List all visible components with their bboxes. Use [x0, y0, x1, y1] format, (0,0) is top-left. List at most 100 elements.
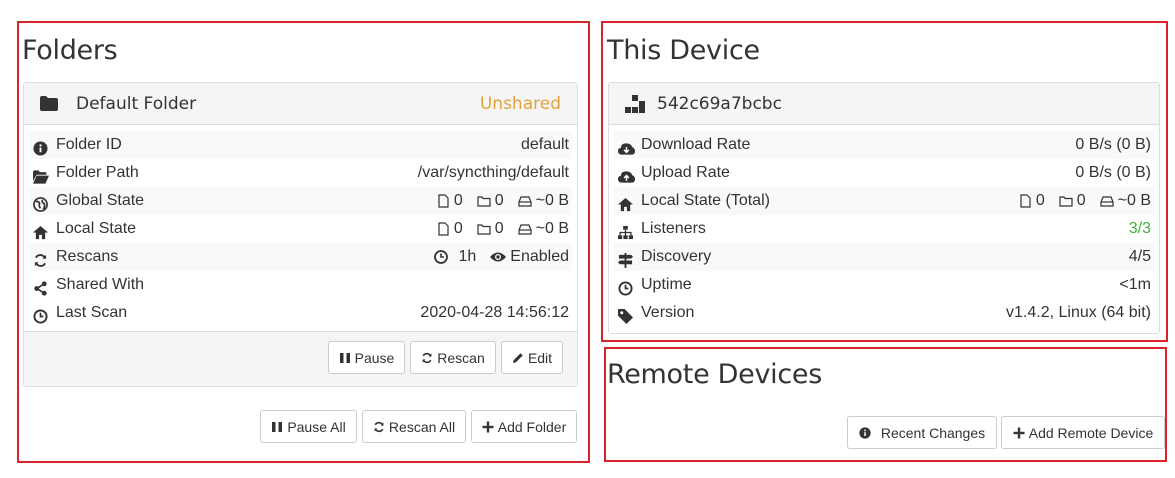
info-icon — [33, 138, 48, 156]
info-icon — [859, 426, 871, 439]
this-device-section: This Device 542c69a7bcbc Download Rate 0… — [601, 21, 1168, 342]
folder-id-row: Folder ID default — [29, 131, 572, 159]
rescan-all-label: Rescan All — [388, 418, 456, 435]
folder-id-value: default — [520, 136, 569, 153]
refresh-icon — [422, 352, 432, 363]
folder-status: Unshared — [479, 94, 561, 114]
folders-title: Folders — [22, 35, 118, 66]
signpost-icon — [618, 250, 633, 268]
shared-with-label: Shared With — [56, 276, 145, 293]
this-device-title: This Device — [607, 35, 760, 66]
global-dirs-count: 0 — [494, 192, 504, 209]
uptime-row: Uptime <1m — [614, 271, 1154, 299]
pause-icon — [272, 421, 283, 432]
local-state-total-value: 0 0 ~0 B — [1018, 187, 1151, 215]
file-icon — [1020, 194, 1031, 208]
add-remote-device-button[interactable]: Add Remote Device — [1001, 416, 1165, 449]
refresh-icon — [374, 421, 384, 432]
watch-status: Enabled — [510, 248, 569, 265]
uptime-label: Uptime — [641, 276, 692, 293]
home-icon — [618, 194, 633, 212]
home-icon — [33, 222, 48, 240]
rescan-button[interactable]: Rescan — [410, 341, 496, 374]
global-state-label: Global State — [56, 192, 145, 209]
pause-icon — [339, 352, 350, 363]
folder-name: Default Folder — [76, 94, 197, 114]
cloud-download-icon — [618, 138, 635, 155]
listeners-label: Listeners — [641, 220, 706, 237]
edit-button-label: Edit — [527, 349, 553, 366]
discovery-label: Discovery — [641, 248, 712, 265]
local-state-row: Local State 0 0 ~0 B — [29, 215, 572, 243]
cloud-upload-icon — [618, 166, 635, 183]
listeners-row: Listeners 3/3 — [614, 215, 1154, 243]
folder-details: Folder ID default Folder Path /var/synct… — [29, 131, 572, 327]
folder-path-row: Folder Path /var/syncthing/default — [29, 159, 572, 187]
recent-changes-label: Recent Changes — [880, 424, 986, 441]
local-dirs-count: 0 — [494, 220, 504, 237]
device-panel: 542c69a7bcbc Download Rate 0 B/s (0 B) U… — [608, 82, 1160, 334]
global-files-count: 0 — [453, 192, 463, 209]
folder-panel: Default Folder Unshared Folder ID defaul… — [23, 82, 578, 387]
rescan-all-button[interactable]: Rescan All — [362, 410, 466, 443]
device-dirs-count: 0 — [1076, 192, 1086, 209]
upload-rate-row: Upload Rate 0 B/s (0 B) — [614, 159, 1154, 187]
add-folder-button[interactable]: Add Folder — [471, 410, 577, 443]
file-icon — [438, 194, 449, 208]
pause-all-button[interactable]: Pause All — [260, 410, 357, 443]
hdd-icon — [518, 196, 532, 207]
recent-changes-button[interactable]: Recent Changes — [847, 416, 997, 449]
folder-icon — [40, 96, 58, 111]
clock-icon — [33, 306, 48, 324]
download-rate-value: 0 B/s (0 B) — [1075, 136, 1151, 153]
folder-open-icon — [33, 166, 49, 184]
tag-icon — [618, 306, 633, 324]
version-row: Version v1.4.2, Linux (64 bit) — [614, 299, 1154, 327]
rescans-label: Rescans — [56, 248, 119, 265]
sitemap-icon — [618, 222, 633, 240]
local-state-total-row: Local State (Total) 0 0 ~0 B — [614, 187, 1154, 215]
local-state-label: Local State — [56, 220, 137, 237]
file-icon — [438, 222, 449, 236]
device-size: ~0 B — [1117, 192, 1151, 209]
folder-path-label: Folder Path — [56, 164, 139, 181]
pause-button[interactable]: Pause — [328, 341, 405, 374]
global-state-row: Global State 0 0 ~0 B — [29, 187, 572, 215]
last-scan-row: Last Scan 2020-04-28 14:56:12 — [29, 299, 572, 327]
plus-icon — [1013, 427, 1025, 438]
upload-rate-value: 0 B/s (0 B) — [1075, 164, 1151, 181]
rescan-interval: 1h — [458, 248, 477, 265]
folder-panel-footer: Pause Rescan Edit — [24, 331, 577, 386]
rescans-value: 1h Enabled — [434, 243, 569, 271]
folder-panel-header[interactable]: Default Folder Unshared — [24, 83, 577, 125]
remote-devices-section: Remote Devices Recent Changes Add Remote… — [604, 347, 1167, 462]
hdd-icon — [518, 224, 532, 235]
folders-section: Folders Default Folder Unshared Folder I… — [17, 21, 590, 463]
shared-with-row: Shared With — [29, 271, 572, 299]
share-icon — [33, 278, 48, 296]
plus-icon — [482, 421, 494, 432]
device-identicon — [625, 95, 645, 113]
device-panel-header[interactable]: 542c69a7bcbc — [609, 83, 1159, 125]
clock-icon — [434, 250, 449, 264]
folder-path-value: /var/syncthing/default — [417, 164, 569, 181]
add-remote-device-label: Add Remote Device — [1028, 424, 1154, 441]
hdd-icon — [1100, 196, 1114, 207]
listeners-value: 3/3 — [1128, 220, 1151, 237]
folder-outline-icon — [1059, 196, 1073, 207]
local-state-total-label: Local State (Total) — [641, 192, 770, 209]
rescan-button-label: Rescan — [437, 349, 485, 366]
pause-all-label: Pause All — [287, 418, 346, 435]
add-folder-label: Add Folder — [497, 418, 567, 435]
local-state-value: 0 0 ~0 B — [436, 215, 569, 243]
global-state-value: 0 0 ~0 B — [436, 187, 569, 215]
device-details: Download Rate 0 B/s (0 B) Upload Rate 0 … — [614, 131, 1154, 327]
version-value: v1.4.2, Linux (64 bit) — [1006, 304, 1151, 321]
device-files-count: 0 — [1035, 192, 1045, 209]
discovery-value: 4/5 — [1128, 248, 1151, 265]
pencil-icon — [512, 352, 523, 363]
edit-button[interactable]: Edit — [501, 341, 563, 374]
folder-outline-icon — [477, 196, 491, 207]
last-scan-label: Last Scan — [56, 304, 128, 321]
remote-devices-title: Remote Devices — [607, 359, 822, 390]
